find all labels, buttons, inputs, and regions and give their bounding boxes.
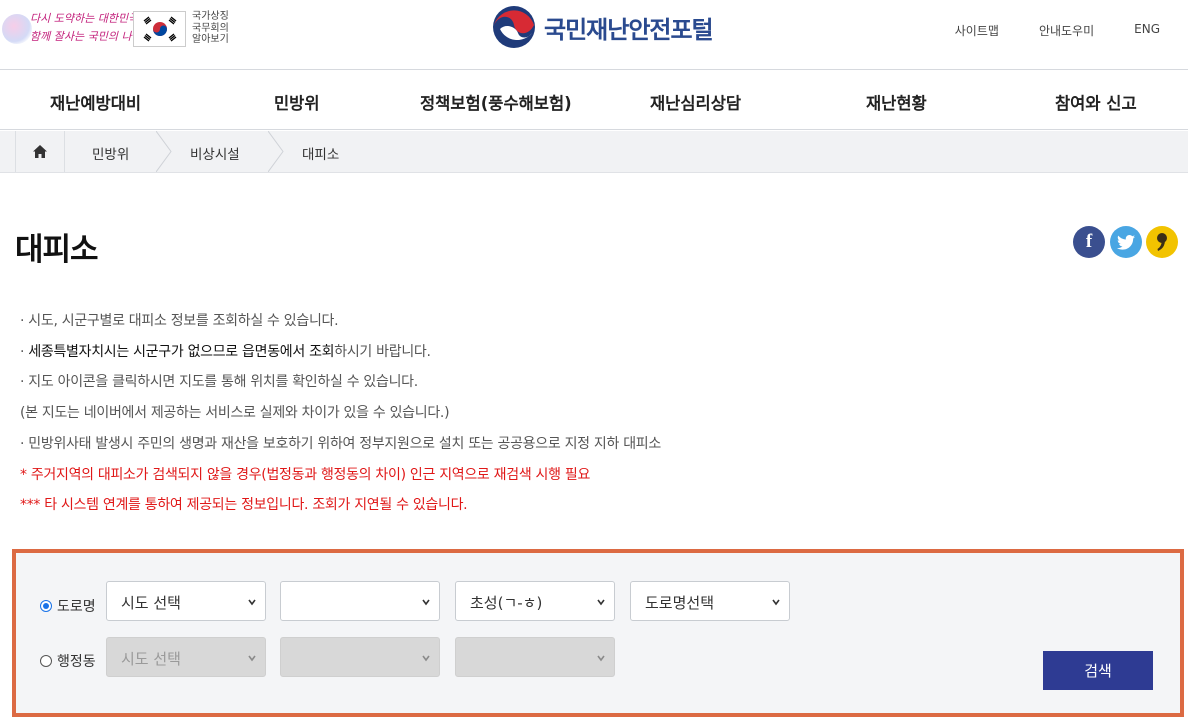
help-link[interactable]: 안내도우미 bbox=[1039, 22, 1094, 39]
breadcrumb-item-emergency-facility[interactable]: 비상시설 bbox=[190, 143, 240, 163]
slogan-logo[interactable]: 다시 도약하는 대한민국 함께 잘사는 국민의 나라 bbox=[2, 8, 142, 48]
info-emphasis: 세종특별자치시는 시군구가 없으므로 읍면동에서 조회 bbox=[28, 343, 335, 360]
info-line: · 지도 아이콘을 클릭하시면 지도를 통해 위치를 확인하실 수 있습니다. bbox=[20, 374, 418, 391]
home-icon bbox=[33, 145, 47, 158]
chevron-down-icon bbox=[422, 599, 430, 606]
road-initial-consonant-select[interactable]: 초성(ㄱ-ㅎ) bbox=[455, 581, 615, 621]
warning-line: *** 타 시스템 연계를 통하여 제공되는 정보입니다. 조회가 지연될 수 … bbox=[20, 497, 468, 514]
road-sido-select-value: 시도 선택 bbox=[121, 594, 181, 612]
nav-item-participation-report[interactable]: 참여와 신고 bbox=[1055, 90, 1137, 114]
slogan-graphic bbox=[2, 14, 32, 44]
nav-item-psychological-counseling[interactable]: 재난심리상담 bbox=[650, 90, 741, 114]
chevron-down-icon bbox=[597, 655, 605, 662]
symbols-line3: 알아보기 bbox=[192, 34, 229, 45]
road-sigungu-select[interactable] bbox=[280, 581, 440, 621]
admin-sido-select[interactable]: 시도 선택 bbox=[106, 637, 266, 677]
utility-links: 사이트맵 안내도우미 ENG bbox=[955, 22, 1160, 39]
admin-sido-select-value: 시도 선택 bbox=[121, 650, 181, 668]
info-line: · 시도, 시군구별로 대피소 정보를 조회하실 수 있습니다. bbox=[20, 313, 339, 329]
symbols-line1: 국가상징 bbox=[192, 11, 229, 22]
english-link[interactable]: ENG bbox=[1134, 22, 1160, 39]
breadcrumb-separator bbox=[156, 131, 172, 172]
kakao-icon bbox=[1157, 233, 1167, 251]
warning-line: * 주거지역의 대피소가 검색되지 않을 경우(법정동과 행정동의 차이) 인근… bbox=[20, 466, 591, 483]
twitter-icon bbox=[1117, 234, 1135, 250]
road-sido-select[interactable]: 시도 선택 bbox=[106, 581, 266, 621]
info-line-rest: 하시기 바랍니다. bbox=[334, 343, 431, 360]
symbols-line2: 국무회의 bbox=[192, 22, 229, 34]
site-logo-text: 국민재난안전포털 bbox=[544, 15, 714, 44]
admin-dong-label: 행정동 bbox=[57, 654, 96, 670]
shelter-search-panel: 도로명 시도 선택 초성(ㄱ-ㅎ) 도로명선택 행정동 시도 선택 검색 bbox=[12, 549, 1184, 717]
facebook-icon: f bbox=[1085, 231, 1093, 252]
nav-item-disaster-prevention[interactable]: 재난예방대비 bbox=[50, 90, 141, 114]
slogan-line2: 함께 잘사는 국민의 나라 bbox=[30, 30, 142, 43]
chevron-down-icon bbox=[772, 599, 780, 606]
breadcrumb-item-civil-defense[interactable]: 민방위 bbox=[92, 143, 129, 163]
breadcrumb-home[interactable] bbox=[15, 131, 65, 172]
chevron-down-icon bbox=[248, 599, 256, 606]
info-line: · 세종특별자치시는 시군구가 없으므로 읍면동에서 조회하시기 바랍니다. bbox=[20, 337, 661, 368]
kakaostory-share-button[interactable] bbox=[1146, 226, 1178, 258]
twitter-share-button[interactable] bbox=[1110, 226, 1142, 258]
admin-sigungu-select[interactable] bbox=[280, 637, 440, 677]
top-header: 다시 도약하는 대한민국 함께 잘사는 국민의 나라 국가상징 국무회의 알아보… bbox=[0, 0, 1188, 70]
chevron-down-icon bbox=[248, 655, 256, 662]
breadcrumb-item-shelter[interactable]: 대피소 bbox=[302, 143, 339, 163]
nav-item-disaster-status[interactable]: 재난현황 bbox=[866, 90, 927, 114]
info-line: (본 지도는 네이버에서 제공하는 서비스로 실제와 차이가 있을 수 있습니다… bbox=[20, 405, 450, 422]
admin-dong-radio-option[interactable]: 행정동 bbox=[40, 651, 96, 671]
road-name-radio[interactable] bbox=[40, 600, 52, 612]
search-button[interactable]: 검색 bbox=[1043, 651, 1153, 690]
road-name-radio-option[interactable]: 도로명 bbox=[40, 596, 96, 616]
chevron-down-icon bbox=[597, 599, 605, 606]
national-symbols-link[interactable]: 국가상징 국무회의 알아보기 bbox=[192, 11, 229, 46]
facebook-share-button[interactable]: f bbox=[1073, 226, 1105, 258]
breadcrumb: 민방위 비상시설 대피소 bbox=[0, 131, 1188, 173]
chevron-down-icon bbox=[422, 655, 430, 662]
sitemap-link[interactable]: 사이트맵 bbox=[955, 22, 999, 39]
nav-item-civil-defense[interactable]: 민방위 bbox=[274, 90, 320, 114]
site-logo[interactable]: 국민재난안전포털 bbox=[492, 4, 714, 50]
government-emblem-icon bbox=[493, 6, 535, 48]
main-nav: 재난예방대비 민방위 정책보험(풍수해보험) 재난심리상담 재난현황 참여와 신… bbox=[0, 71, 1188, 130]
info-notices: · 시도, 시군구별로 대피소 정보를 조회하실 수 있습니다. · 세종특별자… bbox=[20, 306, 661, 521]
page-title: 대피소 bbox=[15, 232, 99, 268]
info-line: · 민방위사태 발생시 주민의 생명과 재산을 보호하기 위하여 정부지원으로 … bbox=[20, 435, 661, 452]
road-initial-select-value: 초성(ㄱ-ㅎ) bbox=[470, 594, 543, 612]
road-name-label: 도로명 bbox=[57, 599, 96, 615]
road-name-select[interactable]: 도로명선택 bbox=[630, 581, 790, 621]
nav-item-policy-insurance[interactable]: 정책보험(풍수해보험) bbox=[420, 90, 572, 114]
slogan-line1: 다시 도약하는 대한민국 bbox=[30, 12, 139, 25]
admin-dong-select[interactable] bbox=[455, 637, 615, 677]
breadcrumb-separator bbox=[268, 131, 284, 172]
admin-dong-radio[interactable] bbox=[40, 655, 52, 667]
road-name-select-value: 도로명선택 bbox=[645, 594, 715, 612]
taegukgi-flag-icon[interactable] bbox=[133, 11, 186, 47]
